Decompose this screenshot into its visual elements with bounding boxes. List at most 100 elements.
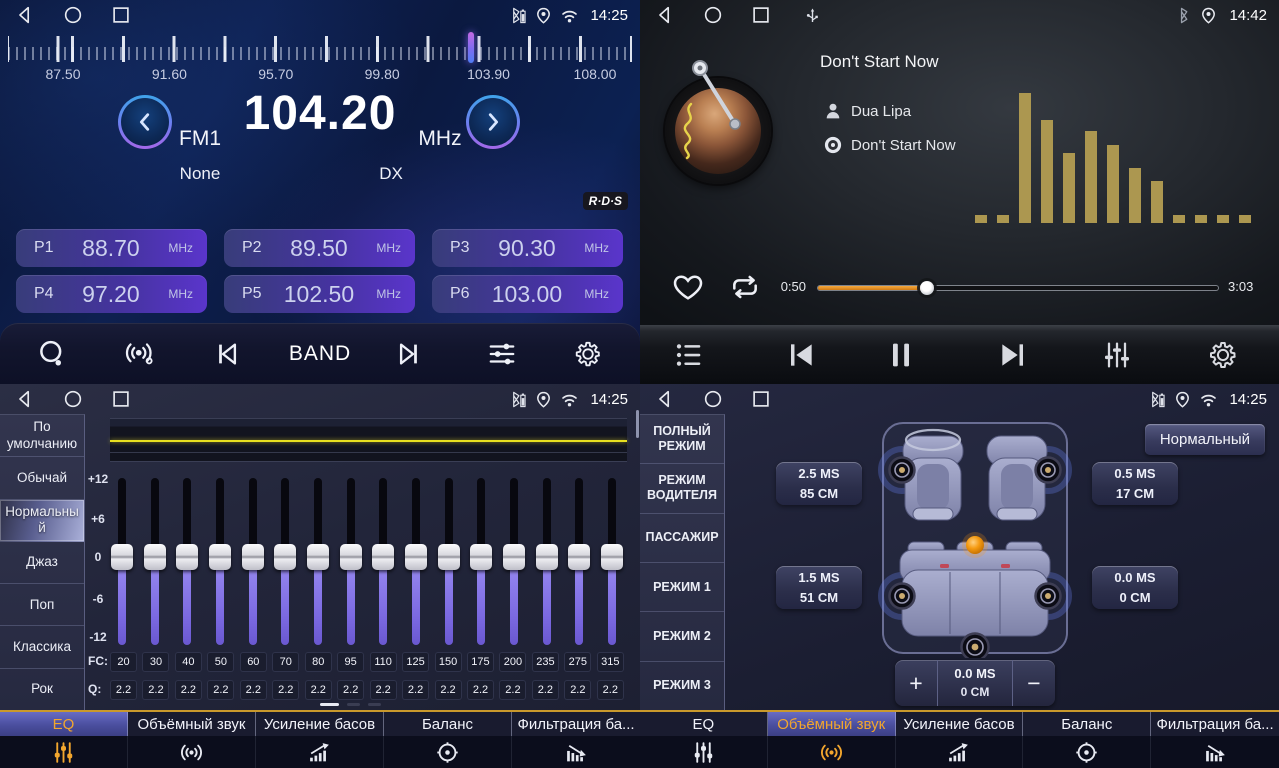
pause-icon[interactable] xyxy=(885,339,917,371)
eq-band-slider[interactable] xyxy=(110,478,134,645)
home-icon[interactable] xyxy=(62,388,84,410)
slider-knob[interactable] xyxy=(372,544,394,570)
back-icon[interactable] xyxy=(654,388,676,410)
home-icon[interactable] xyxy=(702,388,724,410)
settings-gear-icon[interactable] xyxy=(573,339,603,369)
fc-value-box[interactable]: 95 xyxy=(337,652,364,672)
slider-knob[interactable] xyxy=(470,544,492,570)
subwoofer-speaker[interactable] xyxy=(962,634,989,659)
fc-value-box[interactable]: 60 xyxy=(240,652,267,672)
eq-preset-item[interactable]: Обычай xyxy=(0,457,84,499)
q-value-box[interactable]: 2.2 xyxy=(142,680,169,700)
front-right-speaker[interactable] xyxy=(1036,458,1061,483)
q-value-box[interactable]: 2.2 xyxy=(402,680,429,700)
eq-band-slider[interactable] xyxy=(600,478,624,645)
audio-settings-icon[interactable] xyxy=(487,339,517,369)
rear-left-speaker[interactable] xyxy=(890,584,915,609)
back-icon[interactable] xyxy=(654,4,676,26)
tab-eq[interactable]: EQ xyxy=(640,712,768,768)
home-icon[interactable] xyxy=(702,4,724,26)
eq-band-slider[interactable] xyxy=(306,478,330,645)
eq-preset-item[interactable]: Поп xyxy=(0,584,84,626)
slider-knob[interactable] xyxy=(209,544,231,570)
fc-value-box[interactable]: 70 xyxy=(272,652,299,672)
back-icon[interactable] xyxy=(14,388,36,410)
radio-preset-button[interactable]: P4 97.20 MHz xyxy=(16,275,207,313)
eq-band-slider[interactable] xyxy=(175,478,199,645)
q-value-box[interactable]: 2.2 xyxy=(272,680,299,700)
eq-band-slider[interactable] xyxy=(437,478,461,645)
scan-search-icon[interactable] xyxy=(37,339,67,369)
repeat-icon[interactable] xyxy=(729,271,761,303)
tab-surround[interactable]: Объёмный звук xyxy=(128,712,256,768)
q-value-box[interactable]: 2.2 xyxy=(597,680,624,700)
eq-preset-item[interactable]: Нормальный xyxy=(0,500,84,542)
q-value-box[interactable]: 2.2 xyxy=(532,680,559,700)
fc-value-box[interactable]: 200 xyxy=(499,652,526,672)
q-value-box[interactable]: 2.2 xyxy=(110,680,137,700)
settings-gear-icon[interactable] xyxy=(1207,339,1239,371)
fc-value-box[interactable]: 50 xyxy=(207,652,234,672)
slider-knob[interactable] xyxy=(503,544,525,570)
recents-icon[interactable] xyxy=(110,388,132,410)
eq-band-slider[interactable] xyxy=(241,478,265,645)
next-track-icon[interactable] xyxy=(997,339,1029,371)
stage-preset-button[interactable]: Нормальный xyxy=(1145,424,1265,455)
eq-preset-item[interactable]: По умолчанию xyxy=(0,415,84,457)
tune-up-button[interactable] xyxy=(466,95,520,149)
slider-knob[interactable] xyxy=(438,544,460,570)
front-right-delay-button[interactable]: 0.5 MS 17 CM xyxy=(1092,462,1178,505)
rear-left-delay-button[interactable]: 1.5 MS 51 CM xyxy=(776,566,862,609)
broadcast-icon[interactable] xyxy=(125,339,155,369)
eq-band-slider[interactable] xyxy=(143,478,167,645)
radio-preset-button[interactable]: P5 102.50 MHz xyxy=(224,275,415,313)
eq-band-slider[interactable] xyxy=(404,478,428,645)
rear-right-delay-button[interactable]: 0.0 MS 0 CM xyxy=(1092,566,1178,609)
listening-mode-item[interactable]: РЕЖИМ 3 xyxy=(640,662,724,710)
listening-position-ball[interactable] xyxy=(966,536,984,554)
fc-value-box[interactable]: 40 xyxy=(175,652,202,672)
front-left-delay-button[interactable]: 2.5 MS 85 CM xyxy=(776,462,862,505)
q-value-box[interactable]: 2.2 xyxy=(337,680,364,700)
listening-mode-item[interactable]: РЕЖИМ 1 xyxy=(640,563,724,612)
fc-value-box[interactable]: 235 xyxy=(532,652,559,672)
tab-bass-filter[interactable]: Фильтрация ба... xyxy=(512,712,640,768)
tab-eq[interactable]: EQ xyxy=(0,712,128,768)
increase-delay-button[interactable]: + xyxy=(895,660,937,706)
band-button[interactable]: BAND xyxy=(280,342,360,366)
slider-knob[interactable] xyxy=(274,544,296,570)
fc-value-box[interactable]: 125 xyxy=(402,652,429,672)
back-icon[interactable] xyxy=(14,4,36,26)
tab-balance[interactable]: Баланс xyxy=(384,712,512,768)
home-icon[interactable] xyxy=(62,4,84,26)
tab-bass-filter[interactable]: Фильтрация ба... xyxy=(1151,712,1279,768)
eq-preset-item[interactable]: Джаз xyxy=(0,542,84,584)
fc-value-box[interactable]: 20 xyxy=(110,652,137,672)
q-value-box[interactable]: 2.2 xyxy=(240,680,267,700)
slider-knob[interactable] xyxy=(176,544,198,570)
rear-right-speaker[interactable] xyxy=(1036,584,1061,609)
q-value-box[interactable]: 2.2 xyxy=(175,680,202,700)
tuning-indicator[interactable] xyxy=(468,32,474,63)
recents-icon[interactable] xyxy=(110,4,132,26)
fc-value-box[interactable]: 150 xyxy=(435,652,462,672)
q-value-box[interactable]: 2.2 xyxy=(370,680,397,700)
fc-value-box[interactable]: 175 xyxy=(467,652,494,672)
listening-mode-item[interactable]: ПОЛНЫЙ РЕЖИМ xyxy=(640,415,724,464)
next-station-icon[interactable] xyxy=(393,339,423,369)
fc-value-box[interactable]: 275 xyxy=(564,652,591,672)
previous-station-icon[interactable] xyxy=(213,339,243,369)
seek-thumb[interactable] xyxy=(920,281,934,295)
slider-knob[interactable] xyxy=(340,544,362,570)
radio-preset-button[interactable]: P2 89.50 MHz xyxy=(224,229,415,267)
slider-knob[interactable] xyxy=(144,544,166,570)
recents-icon[interactable] xyxy=(750,388,772,410)
fc-value-box[interactable]: 110 xyxy=(370,652,397,672)
eq-band-slider[interactable] xyxy=(469,478,493,645)
fc-value-box[interactable]: 315 xyxy=(597,652,624,672)
recents-icon[interactable] xyxy=(750,4,772,26)
listening-mode-item[interactable]: РЕЖИМ 2 xyxy=(640,612,724,661)
car-cabin-diagram[interactable] xyxy=(878,418,1072,658)
eq-band-slider[interactable] xyxy=(273,478,297,645)
eq-band-slider[interactable] xyxy=(502,478,526,645)
